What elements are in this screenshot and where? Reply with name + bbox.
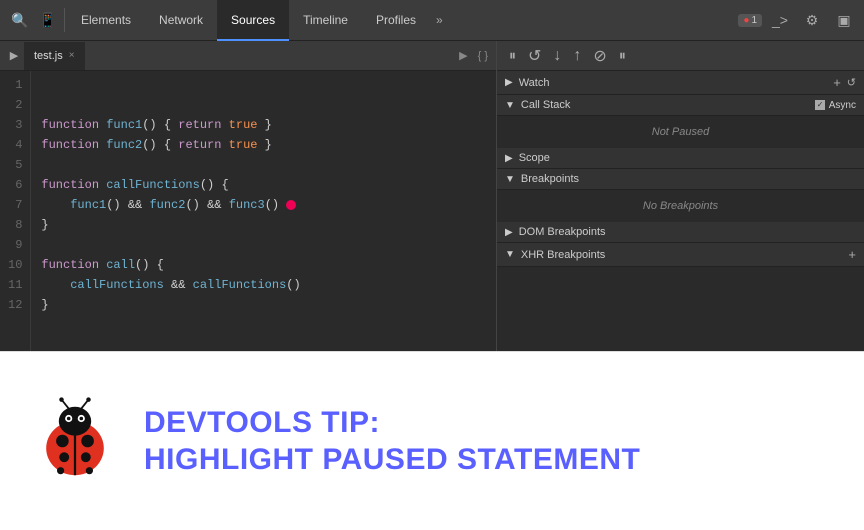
watch-add-button[interactable]: + — [833, 75, 841, 90]
not-paused-status: Not Paused — [505, 120, 856, 144]
line-numbers: 1 2 3 4 5 6 7 8 9 10 11 12 — [0, 71, 31, 351]
breakpoints-label: Breakpoints — [521, 173, 579, 185]
format-icon[interactable]: { } — [474, 50, 492, 62]
mobile-icon[interactable]: 📱 — [34, 6, 62, 34]
ladybug-icon — [30, 396, 120, 486]
play-icon[interactable]: ▶ — [455, 49, 471, 62]
more-tabs[interactable]: » — [430, 13, 449, 27]
scope-section-header[interactable]: ▶ Scope — [497, 148, 864, 169]
deactivate-button[interactable]: ⊘ — [589, 46, 610, 66]
pause-resume-button[interactable]: ⏸ — [505, 47, 520, 64]
step-into-button[interactable]: ↓ — [549, 47, 565, 65]
call-stack-label: Call Stack — [521, 99, 571, 111]
async-toggle[interactable]: Async — [815, 100, 856, 111]
pause-on-exception-button[interactable]: ⏸ — [615, 47, 630, 64]
search-icon[interactable]: 🔍 — [6, 6, 34, 34]
watch-label: Watch — [519, 77, 550, 89]
breakpoints-section-header[interactable]: ▼ Breakpoints — [497, 169, 864, 190]
xhr-breakpoints-add-button[interactable]: + — [848, 247, 856, 262]
debug-toolbar: ⏸ ↺ ↓ ↑ ⊘ ⏸ — [497, 41, 864, 71]
code-panel: ▶ test.js × ▶ { } 1 2 3 4 5 6 7 8 9 10 — [0, 41, 496, 351]
xhr-breakpoints-label: XHR Breakpoints — [521, 249, 605, 261]
file-tabbar: ▶ test.js × ▶ { } — [0, 41, 496, 71]
breakpoints-arrow-icon: ▼ — [505, 174, 515, 185]
tip-title-line2: Highlight Paused Statement — [144, 443, 640, 476]
tab-profiles[interactable]: Profiles — [362, 0, 430, 41]
bottom-banner: DevTools Tip: Highlight Paused Statement — [0, 351, 864, 530]
watch-refresh-button[interactable]: ↺ — [847, 76, 856, 89]
watch-arrow-icon: ▶ — [505, 77, 513, 88]
file-tab-testjs[interactable]: test.js × — [24, 42, 85, 70]
error-circle-icon: ● — [743, 15, 749, 26]
toolbar-right: ● 1 _> ⚙ ▣ — [738, 6, 858, 34]
tab-elements[interactable]: Elements — [67, 0, 145, 41]
watch-section-header[interactable]: ▶ Watch + ↺ — [497, 71, 864, 95]
dock-icon[interactable]: ▣ — [830, 6, 858, 34]
step-out-button[interactable]: ↑ — [569, 47, 585, 65]
scope-label: Scope — [519, 152, 550, 164]
async-checkbox[interactable] — [815, 100, 825, 110]
tab-timeline[interactable]: Timeline — [289, 0, 362, 41]
debug-sections: ▶ Watch + ↺ ▼ Call Stack Async Not Pause… — [497, 71, 864, 351]
devtools-toolbar: 🔍 📱 Elements Network Sources Timeline Pr… — [0, 0, 864, 41]
scope-arrow-icon: ▶ — [505, 153, 513, 164]
file-tab-label: test.js — [34, 50, 63, 62]
tip-title-line1: DevTools Tip: — [144, 406, 640, 439]
separator — [64, 8, 65, 32]
xhr-breakpoints-section-header[interactable]: ▼ XHR Breakpoints + — [497, 243, 864, 267]
code-area: 1 2 3 4 5 6 7 8 9 10 11 12 function func… — [0, 71, 496, 351]
close-tab-button[interactable]: × — [69, 50, 75, 61]
tab-network[interactable]: Network — [145, 0, 217, 41]
call-stack-arrow-icon: ▼ — [505, 100, 515, 111]
run-button[interactable]: ▶ — [4, 46, 24, 66]
breakpoints-content: No Breakpoints — [497, 190, 864, 222]
call-stack-section-header[interactable]: ▼ Call Stack Async — [497, 95, 864, 116]
code-content: function func1() { return true } functio… — [31, 71, 496, 351]
step-over-button[interactable]: ↺ — [524, 46, 545, 66]
error-badge[interactable]: ● 1 — [738, 14, 762, 27]
dom-breakpoints-section-header[interactable]: ▶ DOM Breakpoints — [497, 222, 864, 243]
xhr-breakpoints-arrow-icon: ▼ — [505, 249, 515, 260]
tip-text-block: DevTools Tip: Highlight Paused Statement — [144, 406, 640, 476]
no-breakpoints-status: No Breakpoints — [505, 194, 856, 218]
tab-sources[interactable]: Sources — [217, 0, 289, 41]
debugger-panel: ⏸ ↺ ↓ ↑ ⊘ ⏸ ▶ Watch + ↺ ▼ Call Stack As — [496, 41, 864, 351]
call-stack-content: Not Paused — [497, 116, 864, 148]
dom-breakpoints-label: DOM Breakpoints — [519, 226, 606, 238]
terminal-icon[interactable]: _> — [766, 6, 794, 34]
async-label-text: Async — [829, 100, 856, 111]
dom-breakpoints-arrow-icon: ▶ — [505, 227, 513, 238]
settings-icon[interactable]: ⚙ — [798, 6, 826, 34]
main-area: ▶ test.js × ▶ { } 1 2 3 4 5 6 7 8 9 10 — [0, 41, 864, 351]
file-tab-right: ▶ { } — [455, 49, 492, 62]
